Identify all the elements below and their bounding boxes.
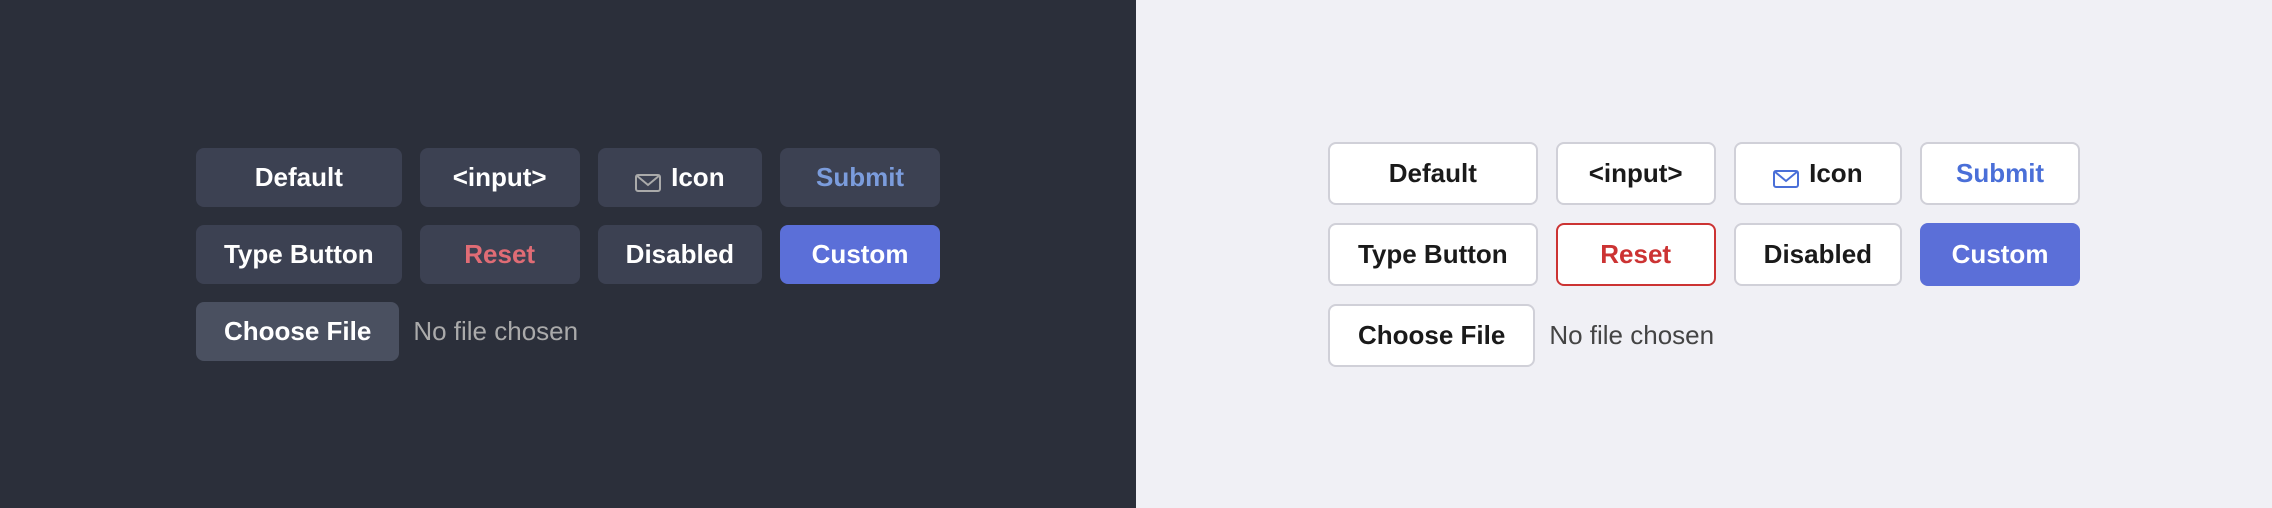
- dark-file-row: Choose File No file chosen: [196, 302, 580, 361]
- light-disabled-button[interactable]: Disabled: [1734, 223, 1902, 286]
- dark-typebutton-button[interactable]: Type Button: [196, 225, 402, 284]
- light-submit-button[interactable]: Submit: [1920, 142, 2080, 205]
- dark-disabled-button[interactable]: Disabled: [598, 225, 762, 284]
- light-reset-button[interactable]: Reset: [1556, 223, 1716, 286]
- dark-button-grid: Default <input> Icon Submit Type Button …: [196, 148, 940, 361]
- dark-default-button[interactable]: Default: [196, 148, 402, 207]
- dark-input-button[interactable]: <input>: [420, 148, 580, 207]
- dark-submit-button[interactable]: Submit: [780, 148, 940, 207]
- light-icon-button[interactable]: Icon: [1734, 142, 1902, 205]
- light-button-grid: Default <input> Icon Submit Type Button …: [1328, 142, 2080, 367]
- dark-panel: Default <input> Icon Submit Type Button …: [0, 0, 1136, 508]
- light-typebutton-button[interactable]: Type Button: [1328, 223, 1538, 286]
- light-choose-file-button[interactable]: Choose File: [1328, 304, 1535, 367]
- light-no-file-label: No file chosen: [1549, 320, 1714, 351]
- dark-icon-button-label: Icon: [671, 162, 724, 193]
- dark-choose-file-button[interactable]: Choose File: [196, 302, 399, 361]
- light-input-button[interactable]: <input>: [1556, 142, 1716, 205]
- dark-no-file-label: No file chosen: [413, 316, 578, 347]
- light-panel: Default <input> Icon Submit Type Button …: [1136, 0, 2272, 508]
- envelope-icon-light: [1773, 164, 1799, 182]
- dark-reset-button[interactable]: Reset: [420, 225, 580, 284]
- light-file-row: Choose File No file chosen: [1328, 304, 1716, 367]
- light-default-button[interactable]: Default: [1328, 142, 1538, 205]
- light-custom-button[interactable]: Custom: [1920, 223, 2080, 286]
- dark-icon-button[interactable]: Icon: [598, 148, 762, 207]
- envelope-icon: [635, 168, 661, 186]
- dark-custom-button[interactable]: Custom: [780, 225, 940, 284]
- light-icon-button-label: Icon: [1809, 158, 1862, 189]
